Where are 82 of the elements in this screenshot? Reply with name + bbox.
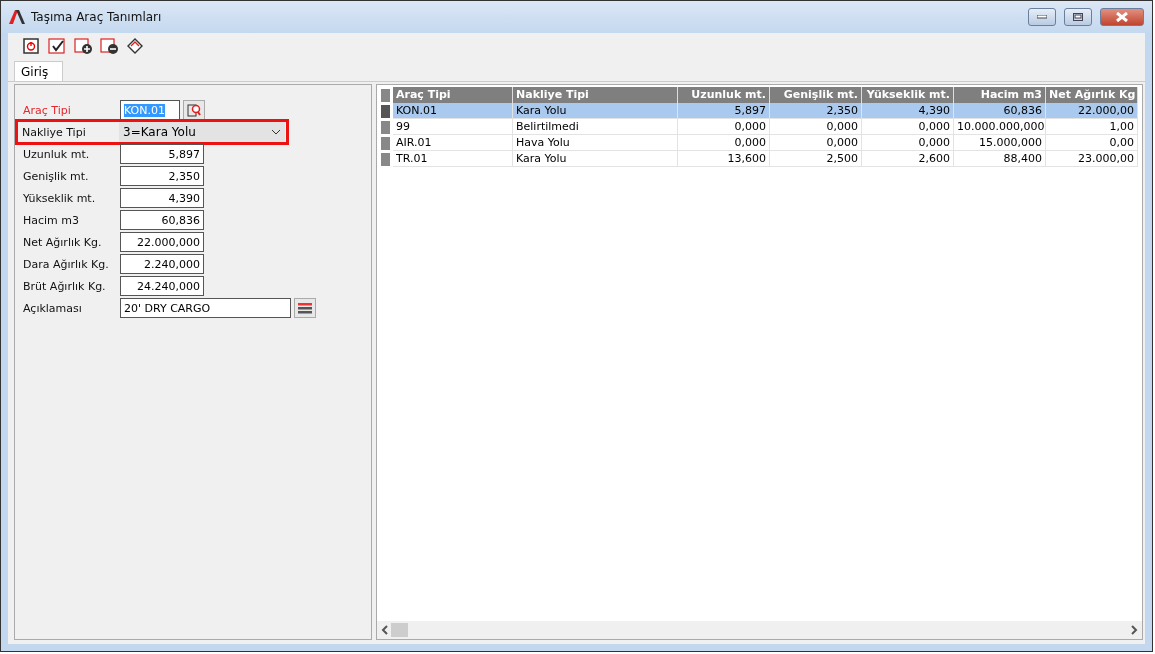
field-label: Hacim m3 (22, 213, 81, 227)
table-cell: 10.000.000,000 (954, 119, 1046, 135)
checklist-button[interactable] (48, 37, 66, 55)
input-field[interactable]: 22.000,000 (120, 232, 204, 252)
maximize-icon (1073, 13, 1083, 21)
maximize-button[interactable] (1064, 8, 1092, 26)
column-header[interactable]: Hacim m3 (954, 87, 1046, 103)
chevron-down-icon (271, 129, 281, 135)
field-label: Dara Ağırlık Kg. (22, 257, 110, 271)
logo-icon (9, 10, 25, 24)
input-field[interactable]: 2,350 (120, 166, 204, 186)
close-button[interactable] (1100, 8, 1144, 26)
scroll-thumb[interactable] (391, 623, 408, 637)
table-cell: 2,600 (862, 151, 954, 167)
minimize-icon (1037, 15, 1047, 19)
table-cell: 2,500 (770, 151, 862, 167)
table-cell: 60,836 (954, 103, 1046, 119)
table-cell: 0,000 (770, 119, 862, 135)
row-marker (381, 89, 390, 102)
search-icon (187, 103, 201, 117)
row-marker[interactable] (381, 121, 390, 134)
eraser-button[interactable] (126, 37, 144, 55)
table-cell: 23.000,00 (1046, 151, 1138, 167)
column-header[interactable]: Uzunluk mt. (678, 87, 770, 103)
input-field[interactable]: 24.240,000 (120, 276, 204, 296)
table-cell: Hava Yolu (513, 135, 678, 151)
table-cell: 0,000 (678, 119, 770, 135)
column-header[interactable]: Yükseklik mt. (862, 87, 954, 103)
power-button[interactable] (22, 37, 40, 55)
table-cell: 13,600 (678, 151, 770, 167)
column-header[interactable]: Genişlik mt. (770, 87, 862, 103)
tab[interactable]: Giriş (14, 61, 64, 81)
window-title: Taşıma Araç Tanımları (31, 10, 163, 24)
row-marker[interactable] (381, 153, 390, 166)
input-field[interactable]: 20' DRY CARGO (120, 298, 291, 318)
table-cell: 0,000 (862, 119, 954, 135)
input-field[interactable]: 2.240,000 (120, 254, 204, 274)
input-field[interactable]: 4,390 (120, 188, 204, 208)
column-header[interactable]: Nakliye Tipi (513, 87, 678, 103)
dropdown-field[interactable]: 3=Kara Yolu (119, 122, 285, 142)
table-cell: 0,000 (678, 135, 770, 151)
minimize-button[interactable] (1028, 8, 1056, 26)
row-marker[interactable] (381, 105, 390, 118)
table-cell: 0,000 (862, 135, 954, 151)
table-cell: 0,00 (1046, 135, 1138, 151)
field-label: Uzunluk mt. (22, 147, 91, 161)
input-field[interactable]: 60,836 (120, 210, 204, 230)
table-cell: 88,400 (954, 151, 1046, 167)
table-cell: 99 (393, 119, 513, 135)
table-cell: 4,390 (862, 103, 954, 119)
row-marker[interactable] (381, 137, 390, 150)
field-label: Yükseklik mt. (22, 191, 97, 205)
scroll-left-button[interactable] (381, 625, 389, 635)
table-cell: 5,897 (678, 103, 770, 119)
table-cell: 2,350 (770, 103, 862, 119)
list-button[interactable] (294, 298, 316, 318)
field-label: Açıklaması (22, 301, 83, 315)
table-cell: Belirtilmedi (513, 119, 678, 135)
field-label: Brüt Ağırlık Kg. (22, 279, 107, 293)
column-header[interactable]: Net Ağırlık Kg (1046, 87, 1138, 103)
table-cell: 1,00 (1046, 119, 1138, 135)
table-cell: 0,000 (770, 135, 862, 151)
menu-icon (298, 302, 312, 314)
scroll-right-button[interactable] (1130, 625, 1138, 635)
remove-record-button[interactable] (100, 37, 118, 55)
horizontal-scrollbar[interactable] (377, 621, 1142, 639)
table-cell: Kara Yolu (513, 151, 678, 167)
table-cell: 22.000,00 (1046, 103, 1138, 119)
table-cell: AIR.01 (393, 135, 513, 151)
input-field[interactable]: 5,897 (120, 144, 204, 164)
field-label: Araç Tipi (22, 103, 72, 117)
table-cell: Kara Yolu (513, 103, 678, 119)
add-record-button[interactable] (74, 37, 92, 55)
column-header[interactable]: Araç Tipi (393, 87, 513, 103)
table-cell: TR.01 (393, 151, 513, 167)
table-cell: KON.01 (393, 103, 513, 119)
field-label: Genişlik mt. (22, 169, 90, 183)
lookup-button[interactable] (183, 100, 205, 120)
field-label: Net Ağırlık Kg. (22, 235, 103, 249)
field-label: Nakliye Tipi (21, 125, 87, 139)
table-cell: 15.000,000 (954, 135, 1046, 151)
close-icon (1116, 12, 1128, 22)
